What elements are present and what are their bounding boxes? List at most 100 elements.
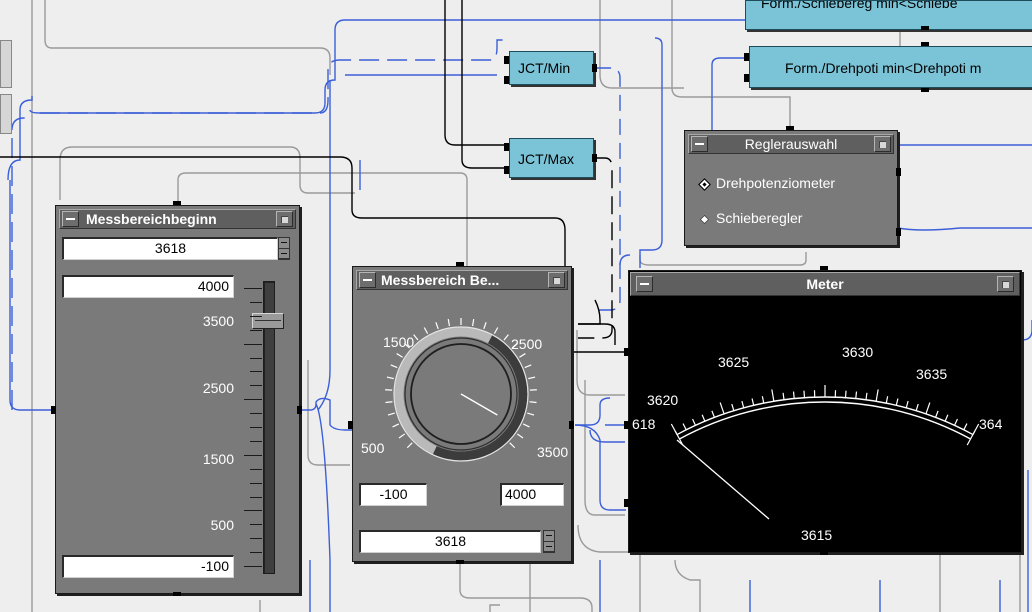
minimize-icon[interactable] [62,211,79,227]
minimize-icon[interactable] [359,272,376,288]
dial-tick [386,376,394,380]
wire [307,360,350,466]
maximize-icon[interactable] [874,136,891,152]
rotary-dial[interactable]: 1500 2500 500 3500 [353,291,571,481]
sidebar-scroll-handle[interactable] [0,40,12,88]
radio-option-drehpotenziometer[interactable]: Drehpotenziometer [698,175,835,191]
formula-pin[interactable] [921,42,929,46]
messbereichbeginn-min-field[interactable]: -100 [62,555,234,578]
messbereich-be-pin[interactable] [569,421,574,429]
formula-top-label: Form./Schiebereg min<Schiebe [761,0,958,11]
dial-label: 1500 [383,334,414,350]
dial-tick [522,423,530,428]
wire [576,330,625,396]
formula-pin[interactable] [744,53,749,61]
reglerauswahl-pin[interactable] [786,126,794,130]
messbereichbeginn-panel[interactable]: Messbereichbeginn 3618 4000 -100 3500 25… [55,205,300,594]
maximize-icon[interactable] [997,276,1014,292]
reglerauswahl-panel[interactable]: Reglerauswahl Drehpotenziometer Schieber… [684,130,898,246]
wire [29,19,745,114]
dial-tick [493,327,499,334]
formula-pin[interactable] [744,74,749,82]
scale-label: 2500 [202,380,234,396]
messbereich-be-title: Messbereich Be... [381,272,500,288]
dial-value-field[interactable]: 3618 [359,530,541,553]
scale-label: 1500 [202,451,234,467]
slider-tick [250,413,262,415]
dial-tick [387,412,395,416]
meter-pin[interactable] [820,266,828,270]
jct-min[interactable]: JCT/Min [509,51,594,85]
dial-tick [447,318,451,327]
spinner-icon[interactable] [278,237,290,260]
slider-tick [250,301,262,303]
jct-max-label: JCT/Max [518,151,574,167]
messbereichbeginn-pin[interactable] [297,406,302,414]
jct-max-pin[interactable] [504,166,509,174]
meter-pin[interactable] [624,348,629,356]
wire [317,80,331,411]
reglerauswahl-titlebar[interactable]: Reglerauswahl [688,134,894,154]
meter-pin[interactable] [624,421,629,429]
meter-tick [719,402,725,415]
wire [578,323,616,345]
wire [461,0,507,169]
meter-tick [915,403,919,411]
messbereichbeginn-titlebar[interactable]: Messbereichbeginn [59,209,296,229]
slider-tick [250,371,262,373]
dial-min-field[interactable]: -100 [359,483,427,506]
messbereich-be-titlebar[interactable]: Messbereich Be... [356,270,568,290]
reglerauswahl-pin[interactable] [896,228,901,236]
dial-tick [392,423,400,428]
jct-min-pin[interactable] [504,76,509,84]
dial-tick [413,334,419,341]
jct-min-pin[interactable] [504,56,509,64]
dial-tick [471,318,475,327]
jct-min-pin[interactable] [592,64,597,72]
slider-tick [250,440,262,442]
meter-tick [865,392,868,400]
meter-pin[interactable] [624,499,629,507]
meter-panel[interactable]: Meter 3620 3625 3630 3635 618 364 3615 [628,270,1022,553]
jct-max[interactable]: JCT/Max [509,138,594,178]
meter-tick [691,418,697,426]
messbereich-be-pin[interactable] [456,560,464,564]
meter-tick [953,418,959,426]
sidebar-scroll-handle[interactable] [0,94,12,134]
radio-option-schieberegler[interactable]: Schieberegler [699,210,802,226]
jct-max-pin[interactable] [592,154,597,162]
messbereich-be-pin[interactable] [456,262,464,266]
wire [619,254,631,266]
slider-tick [244,510,262,512]
dial-max-field[interactable]: 4000 [500,483,564,506]
meter-pin[interactable] [820,551,828,555]
meter-tick [925,402,931,415]
formula-top[interactable]: Form./Schiebereg min<Schiebe [745,0,1032,30]
formula-drehpoti[interactable]: Form./Drehpoti min<Drehpoti m [749,46,1032,88]
minimize-icon[interactable] [691,136,708,152]
meter-tick [682,423,687,431]
formula-pin[interactable] [921,26,929,30]
minimize-icon[interactable] [636,276,653,292]
messbereichbeginn-max-field[interactable]: 4000 [62,275,234,298]
jct-max-pin[interactable] [504,143,509,151]
messbereichbeginn-pin[interactable] [173,592,181,596]
spinner-icon[interactable] [543,530,555,553]
maximize-icon[interactable] [548,272,565,288]
maximize-icon[interactable] [276,211,293,227]
messbereichbeginn-value-field[interactable]: 3618 [62,237,278,260]
meter-titlebar[interactable]: Meter [630,272,1020,296]
messbereichbeginn-pin[interactable] [51,406,56,414]
dial-label: 500 [361,440,385,456]
messbereich-be-pin[interactable] [348,421,353,429]
messbereich-be-panel[interactable]: Messbereich Be... 1500 2500 500 3500 -10… [352,266,572,562]
workspace-canvas[interactable]: Form./Schiebereg min<Schiebe Form./Drehp… [0,0,1032,612]
scale-label: 500 [210,517,234,533]
meter-tick [751,398,755,406]
reglerauswahl-pin[interactable] [896,168,901,176]
wire [489,604,500,612]
messbereichbeginn-pin[interactable] [173,201,181,205]
wire [575,397,611,426]
formula-pin[interactable] [921,88,929,92]
slider-tick [244,454,262,456]
